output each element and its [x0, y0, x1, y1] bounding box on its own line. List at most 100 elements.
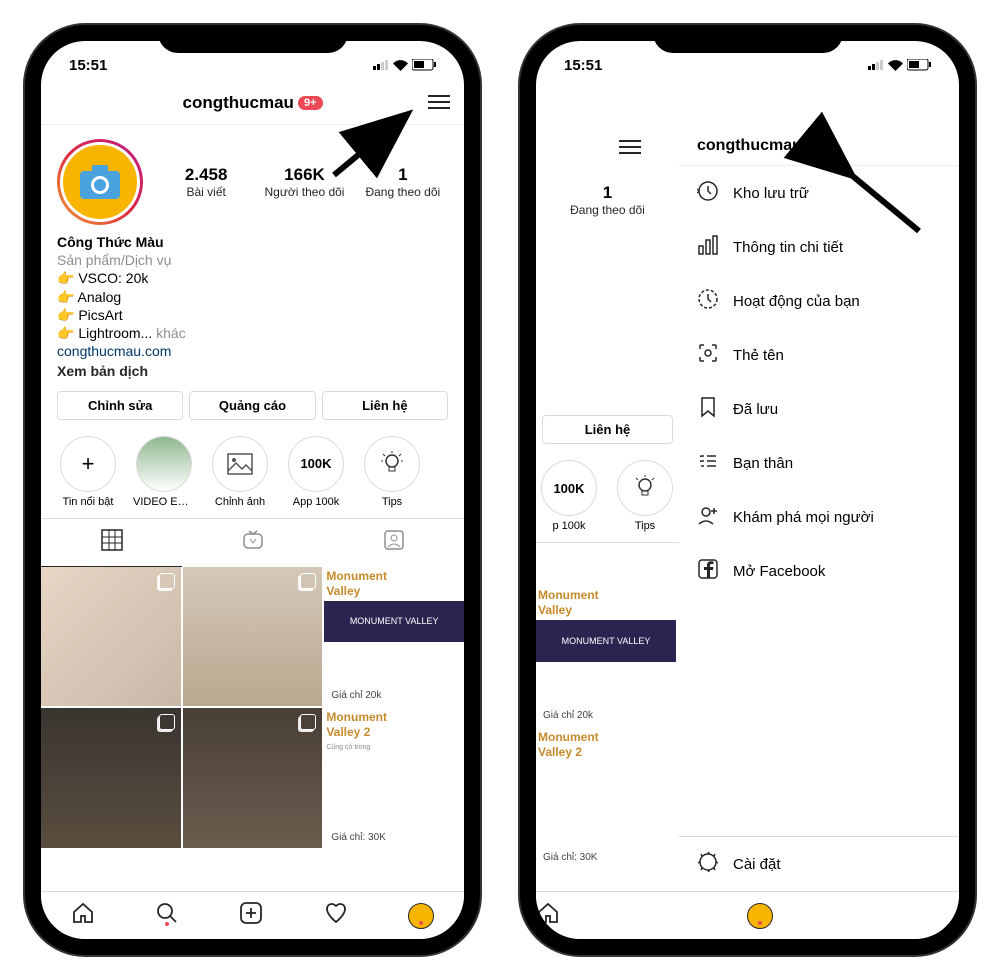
status-time: 15:51	[69, 57, 107, 74]
username-title[interactable]: congthucmau	[183, 93, 294, 113]
post-4[interactable]	[183, 708, 323, 848]
archive-icon	[697, 180, 719, 206]
bottom-nav	[41, 891, 464, 939]
list-icon	[697, 450, 719, 476]
menu-archive[interactable]: Kho lưu trữ	[679, 166, 959, 220]
menu-discover[interactable]: Khám phá mọi người	[679, 490, 959, 544]
avatar-ring[interactable]	[57, 139, 143, 225]
nav-profile[interactable]	[747, 903, 773, 929]
post-1[interactable]	[183, 567, 323, 707]
bio-category: Sản phẩm/Dịch vụ	[57, 251, 448, 269]
side-menu: congthucmau Kho lưu trữ Thông tin chi ti…	[679, 125, 959, 598]
menu-close-friends[interactable]: Bạn thân	[679, 436, 959, 490]
panel-username: congthucmau	[679, 125, 959, 166]
action-buttons: Chỉnh sửa Quảng cáo Liên hệ	[41, 391, 464, 430]
nav-avatar	[747, 903, 773, 929]
post-5[interactable]: MonumentValley 2Cũng có trongGiá chỉ: 30…	[324, 708, 464, 848]
stat-followers[interactable]: 166KNgười theo dõi	[259, 165, 349, 199]
highlight-3[interactable]: 100Kp 100k	[538, 460, 600, 532]
contact-button[interactable]: Liên hệ	[322, 391, 448, 420]
bio: Công Thức Màu Sản phẩm/Dịch vụ 👉 VSCO: 2…	[41, 233, 464, 391]
phone-left: 15:51 congthucmau 9+ 2.458Bài viết 166KN…	[25, 25, 480, 955]
notch	[158, 25, 348, 53]
phone-right: 15:51 1Đang theo dõi Liên hệ 100Kp 100k …	[520, 25, 975, 955]
bio-line2: 👉 Analog	[57, 288, 448, 306]
nav-home[interactable]	[71, 901, 95, 930]
bio-link[interactable]: congthucmau.com	[57, 342, 448, 360]
battery-icon	[907, 59, 931, 71]
background-slice: 1Đang theo dõi Liên hệ 100Kp 100k Tips M…	[536, 125, 679, 868]
signal-icon	[373, 60, 389, 70]
status-time: 15:51	[564, 57, 602, 74]
plus-icon: +	[60, 436, 116, 492]
highlight-3[interactable]: 100KApp 100k	[285, 436, 347, 508]
bio-line1: 👉 VSCO: 20k	[57, 269, 448, 287]
menu-button[interactable]	[428, 91, 450, 113]
discover-icon	[697, 504, 719, 530]
status-icons	[373, 59, 436, 71]
tab-tagged[interactable]	[323, 519, 464, 567]
notch	[653, 25, 843, 53]
screen-left: 15:51 congthucmau 9+ 2.458Bài viết 166KN…	[41, 41, 464, 939]
menu-settings[interactable]: Cài đặt	[679, 836, 959, 891]
highlight-new[interactable]: +Tin nổi bật	[57, 436, 119, 508]
highlight-thumb	[136, 436, 192, 492]
promote-button[interactable]: Quảng cáo	[189, 391, 315, 420]
tab-igtv[interactable]	[182, 519, 323, 567]
menu-nametag[interactable]: Thẻ tên	[679, 328, 959, 382]
lightbulb-icon	[617, 460, 673, 516]
camera-icon	[80, 165, 120, 199]
wifi-icon	[393, 60, 408, 71]
wifi-icon	[888, 60, 903, 71]
menu-facebook[interactable]: Mở Facebook	[679, 544, 959, 598]
notification-dot	[758, 921, 762, 925]
edit-button[interactable]: Chỉnh sửa	[57, 391, 183, 420]
menu-activity[interactable]: Hoạt động của bạn	[679, 274, 959, 328]
stats-row: 2.458Bài viết 166KNgười theo dõi 1Đang t…	[161, 139, 448, 225]
nav-activity[interactable]	[324, 901, 348, 930]
avatar	[60, 142, 140, 222]
highlight-2[interactable]: Chỉnh ảnh	[209, 436, 271, 508]
posts-grid: MonumentValleyMONUMENT VALLEYGiá chỉ 20k…	[41, 567, 464, 848]
nametag-icon	[697, 342, 719, 368]
post-2[interactable]: MonumentValleyMONUMENT VALLEYGiá chỉ 20k	[324, 567, 464, 707]
add-icon	[239, 901, 263, 925]
contact-button[interactable]: Liên hệ	[542, 415, 673, 444]
highlight-1[interactable]: VIDEO EDIT...	[133, 436, 195, 508]
signal-icon	[868, 60, 884, 70]
stat-following[interactable]: 1Đang theo dõi	[358, 165, 448, 199]
tab-grid[interactable]	[41, 519, 182, 567]
facebook-icon	[697, 558, 719, 584]
stat-posts[interactable]: 2.458Bài viết	[161, 165, 251, 199]
bio-line3: 👉 PicsArt	[57, 306, 448, 324]
grid-icon	[101, 529, 123, 551]
highlights-row[interactable]: +Tin nổi bật VIDEO EDIT... Chỉnh ảnh 100…	[41, 430, 464, 518]
nav-profile[interactable]	[408, 903, 434, 929]
activity-icon	[697, 288, 719, 314]
nav-search[interactable]	[155, 901, 179, 930]
content-tabs	[41, 518, 464, 567]
menu-saved[interactable]: Đã lưu	[679, 382, 959, 436]
bio-name: Công Thức Màu	[57, 233, 448, 251]
highlight-4[interactable]: Tips	[614, 460, 676, 532]
highlight-4[interactable]: Tips	[361, 436, 423, 508]
bookmark-icon	[697, 396, 719, 422]
insights-icon	[697, 234, 719, 260]
battery-icon	[412, 59, 436, 71]
bottom-nav	[536, 891, 959, 939]
see-translation[interactable]: Xem bản dịch	[57, 362, 448, 380]
menu-insights[interactable]: Thông tin chi tiết	[679, 220, 959, 274]
nav-home[interactable]	[536, 901, 560, 930]
post-2[interactable]: MonumentValleyMONUMENT VALLEYGiá chỉ 20k	[536, 586, 676, 726]
home-icon	[536, 901, 560, 925]
nav-add[interactable]	[239, 901, 263, 930]
screen-right: 15:51 1Đang theo dõi Liên hệ 100Kp 100k …	[536, 41, 959, 939]
menu-button[interactable]	[619, 136, 641, 158]
post-0[interactable]	[41, 567, 181, 707]
stat-following[interactable]: 1Đang theo dõi	[536, 183, 679, 217]
image-icon	[212, 436, 268, 492]
post-3[interactable]	[41, 708, 181, 848]
nav-avatar	[408, 903, 434, 929]
post-5[interactable]: MonumentValley 2Giá chỉ: 30K	[536, 728, 676, 868]
status-icons	[868, 59, 931, 71]
